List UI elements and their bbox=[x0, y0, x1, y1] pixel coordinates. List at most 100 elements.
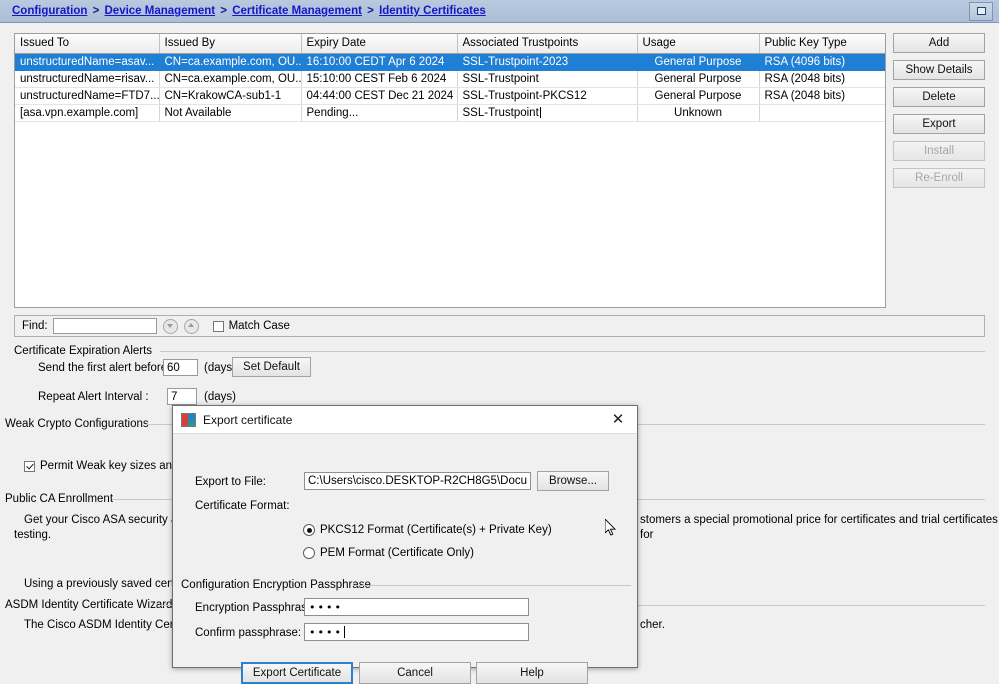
saved-certificate-text: Using a previously saved certifica bbox=[24, 578, 195, 590]
show-details-button[interactable]: Show Details bbox=[893, 60, 985, 80]
public-ca-group-title: Public CA Enrollment bbox=[5, 493, 114, 505]
add-button[interactable]: Add bbox=[893, 33, 985, 53]
table-header-row: Issued To Issued By Expiry Date Associat… bbox=[15, 34, 885, 54]
passphrase-group-title: Configuration Encryption Passphrase bbox=[181, 579, 371, 591]
radio-button bbox=[303, 524, 315, 536]
encryption-passphrase-field[interactable]: •••• bbox=[304, 598, 529, 616]
cell-issued-to: [asa.vpn.example.com] bbox=[15, 104, 160, 122]
export-button[interactable]: Export bbox=[893, 114, 985, 134]
group-divider bbox=[353, 585, 631, 586]
breadcrumb-item-certificate-management[interactable]: Certificate Management bbox=[232, 5, 362, 17]
cell-usage: General Purpose bbox=[637, 53, 760, 71]
match-case-checkbox[interactable]: Match Case bbox=[212, 320, 290, 332]
breadcrumb-item-device-management[interactable]: Device Management bbox=[105, 5, 216, 17]
weak-crypto-group-title: Weak Crypto Configurations bbox=[5, 418, 149, 430]
first-alert-label: Send the first alert before : bbox=[38, 362, 174, 374]
confirm-passphrase-value: •••• bbox=[309, 625, 343, 639]
restore-window-button[interactable] bbox=[969, 1, 993, 21]
cell-expiry-date: 15:10:00 CEST Feb 6 2024 bbox=[301, 70, 458, 88]
checkbox-box bbox=[24, 460, 35, 472]
match-case-label: Match Case bbox=[228, 320, 290, 332]
dialog-titlebar[interactable]: Export certificate ✕ bbox=[173, 406, 637, 434]
window-header: Configuration > Device Management > Cert… bbox=[0, 0, 999, 23]
repeat-alert-days-input[interactable] bbox=[167, 388, 197, 405]
restore-icon bbox=[976, 7, 986, 15]
column-header-public-key-type[interactable]: Public Key Type bbox=[759, 34, 885, 54]
pem-format-label: PEM Format (Certificate Only) bbox=[320, 547, 474, 559]
group-divider bbox=[160, 351, 985, 352]
confirm-passphrase-label: Confirm passphrase: bbox=[195, 627, 302, 639]
column-header-usage[interactable]: Usage bbox=[637, 34, 760, 54]
export-file-path-input[interactable] bbox=[304, 472, 531, 490]
find-next-icon[interactable] bbox=[162, 318, 178, 334]
breadcrumb-separator: > bbox=[367, 5, 374, 17]
encryption-passphrase-value: •••• bbox=[309, 600, 343, 614]
browse-button[interactable]: Browse... bbox=[537, 471, 609, 491]
find-previous-icon[interactable] bbox=[183, 318, 199, 334]
column-header-associated-trustpoints[interactable]: Associated Trustpoints bbox=[457, 34, 638, 54]
table-row[interactable]: [asa.vpn.example.com] Not Available Pendin… bbox=[15, 104, 885, 122]
install-button: Install bbox=[893, 141, 985, 161]
column-header-issued-to[interactable]: Issued To bbox=[15, 34, 160, 54]
export-to-file-label: Export to File: bbox=[195, 476, 266, 488]
close-icon[interactable]: ✕ bbox=[601, 407, 635, 433]
delete-button[interactable]: Delete bbox=[893, 87, 985, 107]
dialog-title: Export certificate bbox=[203, 412, 293, 427]
cell-trustpoint: SSL-Trustpoint bbox=[457, 104, 638, 122]
re-enroll-button: Re-Enroll bbox=[893, 168, 985, 188]
table-row[interactable]: unstructuredName=risav... CN=ca.example.c… bbox=[15, 70, 885, 88]
expiration-alerts-group-title: Certificate Expiration Alerts bbox=[14, 345, 153, 357]
public-ca-text-right: stomers a special promotional price for … bbox=[640, 514, 998, 541]
radio-button bbox=[303, 547, 315, 559]
permit-weak-crypto-checkbox[interactable]: Permit Weak key sizes and Ha bbox=[24, 460, 196, 472]
cell-issued-by: CN=ca.example.com, OU... bbox=[159, 70, 302, 88]
breadcrumb-separator: > bbox=[220, 5, 227, 17]
cell-trustpoint: SSL-Trustpoint bbox=[457, 70, 638, 88]
cell-expiry-date: 16:10:00 CEDT Apr 6 2024 bbox=[301, 53, 458, 71]
confirm-passphrase-field[interactable]: •••• bbox=[304, 623, 529, 641]
help-button[interactable]: Help bbox=[476, 662, 588, 684]
identity-certificates-table[interactable]: Issued To Issued By Expiry Date Associat… bbox=[14, 33, 886, 308]
encryption-passphrase-label: Encryption Passphrase: bbox=[195, 602, 317, 614]
breadcrumb-item-configuration[interactable]: Configuration bbox=[12, 5, 87, 17]
cell-key-type: RSA (2048 bits) bbox=[759, 70, 885, 88]
cell-key-type: RSA (2048 bits) bbox=[759, 87, 885, 105]
checkbox-box bbox=[212, 320, 224, 332]
certificate-format-label: Certificate Format: bbox=[195, 500, 290, 512]
find-bar: Find: Match Case bbox=[14, 315, 985, 337]
pkcs12-format-radio[interactable]: PKCS12 Format (Certificate(s) + Private … bbox=[303, 524, 552, 536]
repeat-alert-label: Repeat Alert Interval : bbox=[38, 391, 149, 403]
cell-trustpoint: SSL-Trustpoint-2023 bbox=[457, 53, 638, 71]
pem-format-radio[interactable]: PEM Format (Certificate Only) bbox=[303, 547, 474, 559]
asdm-wizard-text-right: cher. bbox=[640, 619, 665, 631]
breadcrumb-item-identity-certificates[interactable]: Identity Certificates bbox=[379, 5, 486, 17]
first-alert-days-input[interactable] bbox=[163, 359, 198, 376]
cell-usage: General Purpose bbox=[637, 87, 760, 105]
cell-key-type bbox=[759, 104, 885, 122]
cell-expiry-date: 04:44:00 CEST Dec 21 2024 bbox=[301, 87, 458, 105]
export-certificate-button[interactable]: Export Certificate bbox=[241, 662, 353, 684]
column-header-issued-by[interactable]: Issued By bbox=[159, 34, 302, 54]
cell-issued-by: Not Available bbox=[159, 104, 302, 122]
search-input[interactable] bbox=[52, 318, 157, 334]
cell-expiry-date: Pending... bbox=[301, 104, 458, 122]
certificate-actions-panel: Add Show Details Delete Export Install R… bbox=[893, 33, 985, 195]
cell-issued-to: unstructuredName=asav... bbox=[15, 53, 160, 71]
cell-issued-by: CN=ca.example.com, OU... bbox=[159, 53, 302, 71]
pkcs12-format-label: PKCS12 Format (Certificate(s) + Private … bbox=[320, 524, 552, 536]
breadcrumb: Configuration > Device Management > Cert… bbox=[12, 5, 969, 17]
cancel-button[interactable]: Cancel bbox=[359, 662, 471, 684]
cell-key-type: RSA (4096 bits) bbox=[759, 53, 885, 71]
text-caret bbox=[343, 626, 345, 638]
export-certificate-dialog: Export certificate ✕ Export to File: Bro… bbox=[172, 405, 638, 684]
table-row[interactable]: unstructuredName=asav... CN=ca.example.co… bbox=[15, 53, 885, 71]
table-row[interactable]: unstructuredName=FTD7... CN=KrakowCA-sub1… bbox=[15, 87, 885, 105]
certificate-icon bbox=[181, 412, 196, 427]
column-header-expiry-date[interactable]: Expiry Date bbox=[301, 34, 458, 54]
dialog-body: Export to File: Browse... Certificate Fo… bbox=[173, 434, 637, 684]
set-default-button[interactable]: Set Default bbox=[232, 357, 311, 377]
cell-issued-to: unstructuredName=FTD7... bbox=[15, 87, 160, 105]
repeat-alert-units: (days) bbox=[204, 391, 236, 403]
find-label: Find: bbox=[22, 320, 48, 332]
cell-usage: General Purpose bbox=[637, 70, 760, 88]
